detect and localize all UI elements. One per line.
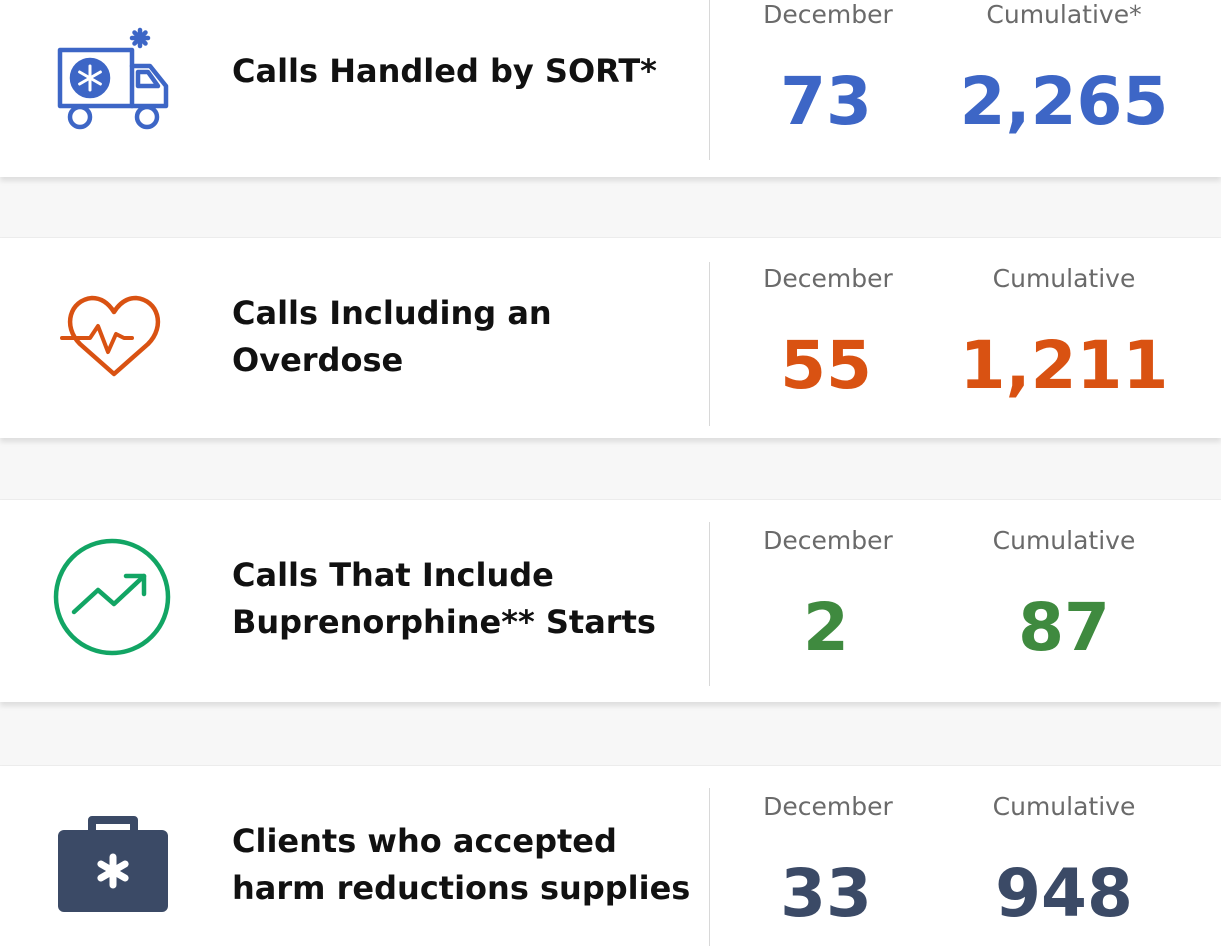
cumulative-value: 87 [1018,589,1110,666]
stat-title: Clients who accepted harm reductions sup… [232,822,691,907]
cumulative-label: Cumulative [992,526,1136,555]
stat-card-buprenorphine-starts: Calls That Include Buprenorphine** Start… [0,500,1221,702]
stat-card-overdose-calls: Calls Including an Overdose December Cum… [0,238,1221,438]
cumulative-value: 948 [995,855,1133,932]
month-label: December [763,264,893,293]
stat-title: Calls That Include Buprenorphine** Start… [232,556,656,641]
month-value: 33 [780,855,872,932]
stat-title: Calls Including an Overdose [232,294,552,379]
stat-card-calls-handled: Calls Handled by SORT* December Cumulati… [0,0,1221,177]
month-label: December [763,792,893,821]
trend-up-icon [52,536,174,658]
cumulative-label: Cumulative [992,792,1136,821]
month-value: 55 [780,327,872,404]
cumulative-value: 2,265 [959,63,1169,140]
cumulative-label: Cumulative [992,264,1136,293]
month-label: December [763,526,893,555]
heartbeat-icon [52,278,174,400]
stat-card-harm-reduction: Clients who accepted harm reductions sup… [0,766,1221,946]
cumulative-value: 1,211 [959,327,1169,404]
ambulance-icon [52,20,174,142]
month-value: 73 [780,63,872,140]
stat-title: Calls Handled by SORT* [232,52,657,90]
month-value: 2 [803,589,849,666]
cumulative-label: Cumulative* [986,0,1142,29]
medical-kit-icon [52,806,174,928]
month-label: December [763,0,893,29]
